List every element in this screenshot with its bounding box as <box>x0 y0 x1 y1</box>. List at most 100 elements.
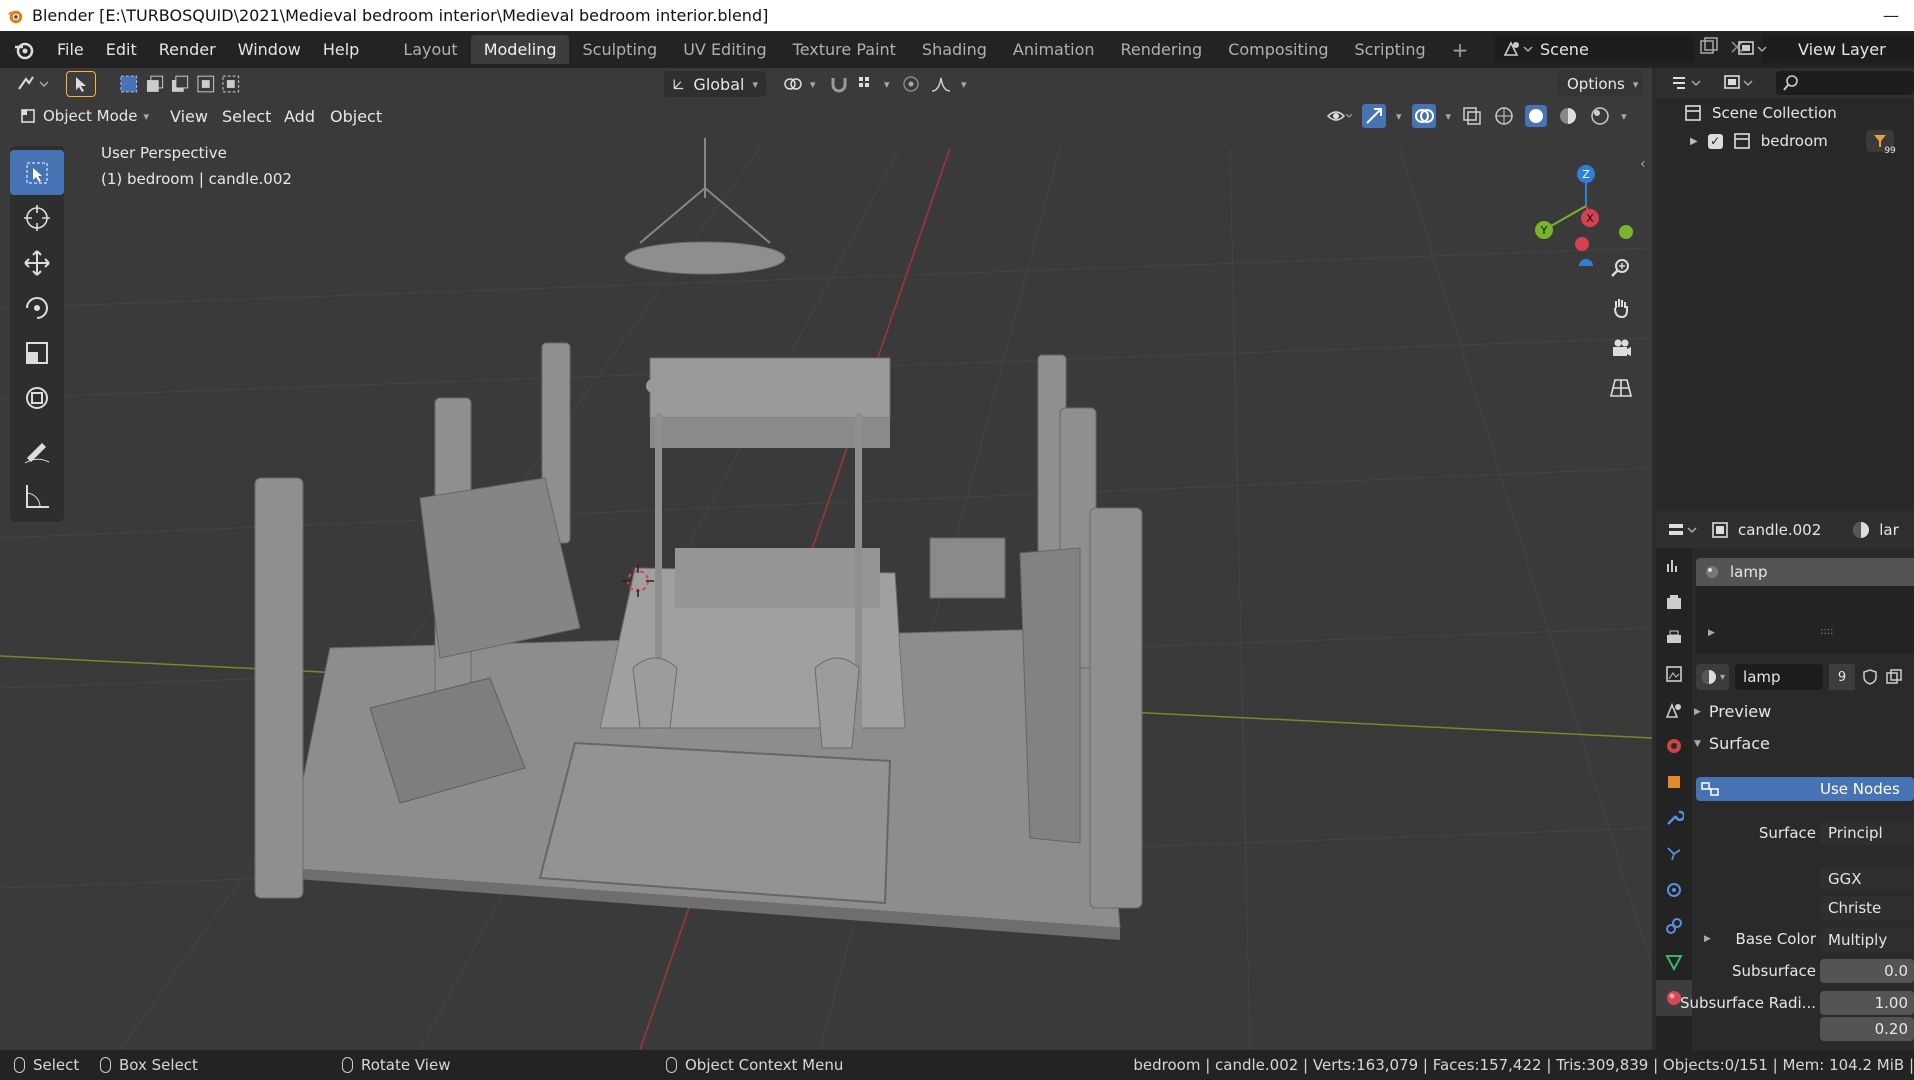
mode-dropdown[interactable]: Object Mode ▾ <box>13 103 155 129</box>
tab-render[interactable] <box>1656 584 1692 620</box>
surface-shader-dropdown[interactable]: Principl <box>1820 821 1914 845</box>
material-shading-icon[interactable] <box>1557 105 1579 127</box>
select-invert-icon[interactable] <box>196 74 216 94</box>
tab-object[interactable] <box>1656 764 1692 800</box>
tab-layout[interactable]: Layout <box>390 35 470 64</box>
gizmo-neg-x[interactable] <box>1575 237 1589 251</box>
outliner-row-scene-collection[interactable]: Scene Collection <box>1684 104 1837 122</box>
snap-controls[interactable]: ▾ <box>820 71 898 97</box>
user-count-button[interactable]: 9 <box>1829 664 1856 690</box>
navigation-gizmo[interactable]: Z Y X <box>1520 146 1640 266</box>
outliner-search-input[interactable] <box>1776 71 1914 95</box>
wireframe-shading-icon[interactable] <box>1493 105 1515 127</box>
minimize-button[interactable]: — <box>1868 0 1914 31</box>
tab-tool[interactable] <box>1656 548 1692 584</box>
tool-transform[interactable] <box>10 375 64 420</box>
tool-cursor[interactable] <box>10 195 64 240</box>
surface-section-header[interactable]: ▼ Surface <box>1694 734 1770 753</box>
overlays-toggle-icon[interactable] <box>1411 104 1436 128</box>
menu-render[interactable]: Render <box>148 31 227 68</box>
viewport-menu-add[interactable]: Add <box>276 103 323 129</box>
viewport-menu-select[interactable]: Select <box>214 103 279 129</box>
material-browse-button[interactable]: ▾ <box>1696 664 1730 690</box>
transform-orientation-dropdown[interactable]: Global ▾ <box>664 71 766 97</box>
sidebar-toggle-icon[interactable]: ‹ <box>1640 156 1652 172</box>
perspective-toggle-button[interactable] <box>1604 371 1638 405</box>
select-intersect-icon[interactable] <box>221 74 241 94</box>
viewport-menu-object[interactable]: Object <box>322 103 390 129</box>
menu-edit[interactable]: Edit <box>95 31 148 68</box>
proportional-edit-icon[interactable] <box>901 74 921 94</box>
falloff-curve-icon[interactable] <box>929 74 953 94</box>
tab-scripting[interactable]: Scripting <box>1342 35 1439 64</box>
gizmo-neg-z[interactable] <box>1579 259 1593 266</box>
tab-compositing[interactable]: Compositing <box>1215 35 1341 64</box>
selection-mode-buttons[interactable] <box>113 71 241 97</box>
tab-world[interactable] <box>1656 728 1692 764</box>
tab-scene[interactable] <box>1656 692 1692 728</box>
tool-rotate[interactable] <box>10 285 64 330</box>
subsurface-radius-x-field[interactable]: 1.00 <box>1820 991 1914 1015</box>
editor-type-button[interactable] <box>8 71 64 97</box>
tab-animation[interactable]: Animation <box>1000 35 1108 64</box>
menu-window[interactable]: Window <box>227 31 312 68</box>
options-dropdown[interactable]: Options ▾ <box>1557 71 1643 97</box>
menu-file[interactable]: File <box>46 31 95 68</box>
snap-increment-icon[interactable] <box>856 74 878 94</box>
pivot-point-dropdown[interactable]: ▾ <box>774 71 824 97</box>
subsurface-method-dropdown[interactable]: Christe <box>1820 896 1914 920</box>
scene-selector[interactable]: Scene <box>1494 35 1694 63</box>
select-subtract-icon[interactable] <box>170 74 190 94</box>
select-extend-icon[interactable] <box>145 74 165 94</box>
new-scene-icon[interactable] <box>1698 36 1720 58</box>
tab-uv-editing[interactable]: UV Editing <box>670 35 779 64</box>
subsurface-radius-y-field[interactable]: 0.20 <box>1820 1017 1914 1041</box>
tab-view-layer[interactable] <box>1656 656 1692 692</box>
pan-button[interactable] <box>1604 291 1638 325</box>
tab-sculpting[interactable]: Sculpting <box>569 35 670 64</box>
resize-handle-icon[interactable]: :::: <box>1820 626 1833 637</box>
material-name-field[interactable]: lamp <box>1735 664 1824 690</box>
properties-editor-icon[interactable] <box>1666 520 1702 540</box>
display-mode-icon[interactable] <box>1722 73 1758 93</box>
xray-toggle-icon[interactable] <box>1461 105 1483 127</box>
viewport-menu-view[interactable]: View <box>162 103 216 129</box>
proportional-editing[interactable]: ▾ <box>893 71 975 97</box>
expand-arrow-icon[interactable]: ▶ <box>1708 628 1715 638</box>
use-nodes-button[interactable]: Use Nodes <box>1696 777 1914 801</box>
material-slot-list[interactable]: lamp ▶ :::: <box>1696 558 1914 654</box>
view-layer-selector[interactable]: View Layer <box>1738 35 1914 63</box>
add-workspace-icon[interactable]: + <box>1439 35 1482 64</box>
distribution-dropdown[interactable]: GGX <box>1820 867 1914 891</box>
tool-select-box[interactable] <box>10 150 64 195</box>
gizmo-toggle-icon[interactable] <box>1362 104 1386 128</box>
fake-user-shield-icon[interactable] <box>1861 668 1879 686</box>
tool-scale[interactable] <box>10 330 64 375</box>
subsurface-field[interactable]: 0.0 <box>1820 959 1914 983</box>
tab-output[interactable] <box>1656 620 1692 656</box>
tab-physics[interactable] <box>1656 872 1692 908</box>
tool-annotate[interactable] <box>10 428 64 473</box>
tweak-tool-button[interactable] <box>66 71 96 97</box>
select-new-icon[interactable] <box>119 74 139 94</box>
outliner-editor-icon[interactable] <box>1670 73 1706 93</box>
visibility-eye-icon[interactable] <box>1326 106 1352 126</box>
zoom-button[interactable] <box>1604 251 1638 285</box>
tool-move[interactable] <box>10 240 64 285</box>
rendered-shading-icon[interactable] <box>1589 105 1611 127</box>
solid-shading-icon[interactable] <box>1525 105 1548 127</box>
material-slot-row[interactable]: lamp <box>1696 558 1914 586</box>
gizmo-neg-y[interactable] <box>1619 225 1633 239</box>
tool-measure[interactable] <box>10 473 64 518</box>
camera-view-button[interactable] <box>1604 331 1638 365</box>
collection-checkbox[interactable]: ✓ <box>1707 133 1723 149</box>
expand-arrow-icon[interactable]: ▶ <box>1690 136 1698 147</box>
tab-modeling[interactable]: Modeling <box>470 35 570 64</box>
duplicate-icon[interactable] <box>1885 668 1903 686</box>
outliner-row-bedroom[interactable]: ▶ ✓ bedroom 99 <box>1690 130 1914 156</box>
tab-rendering[interactable]: Rendering <box>1108 35 1216 64</box>
tab-texture-paint[interactable]: Texture Paint <box>780 35 909 64</box>
3d-viewport[interactable]: Global ▾ ▾ ▾ ▾ Options ▾ Object Mode ▾ V… <box>0 68 1652 1050</box>
tab-shading[interactable]: Shading <box>909 35 1000 64</box>
blender-menu-icon[interactable] <box>12 38 36 62</box>
